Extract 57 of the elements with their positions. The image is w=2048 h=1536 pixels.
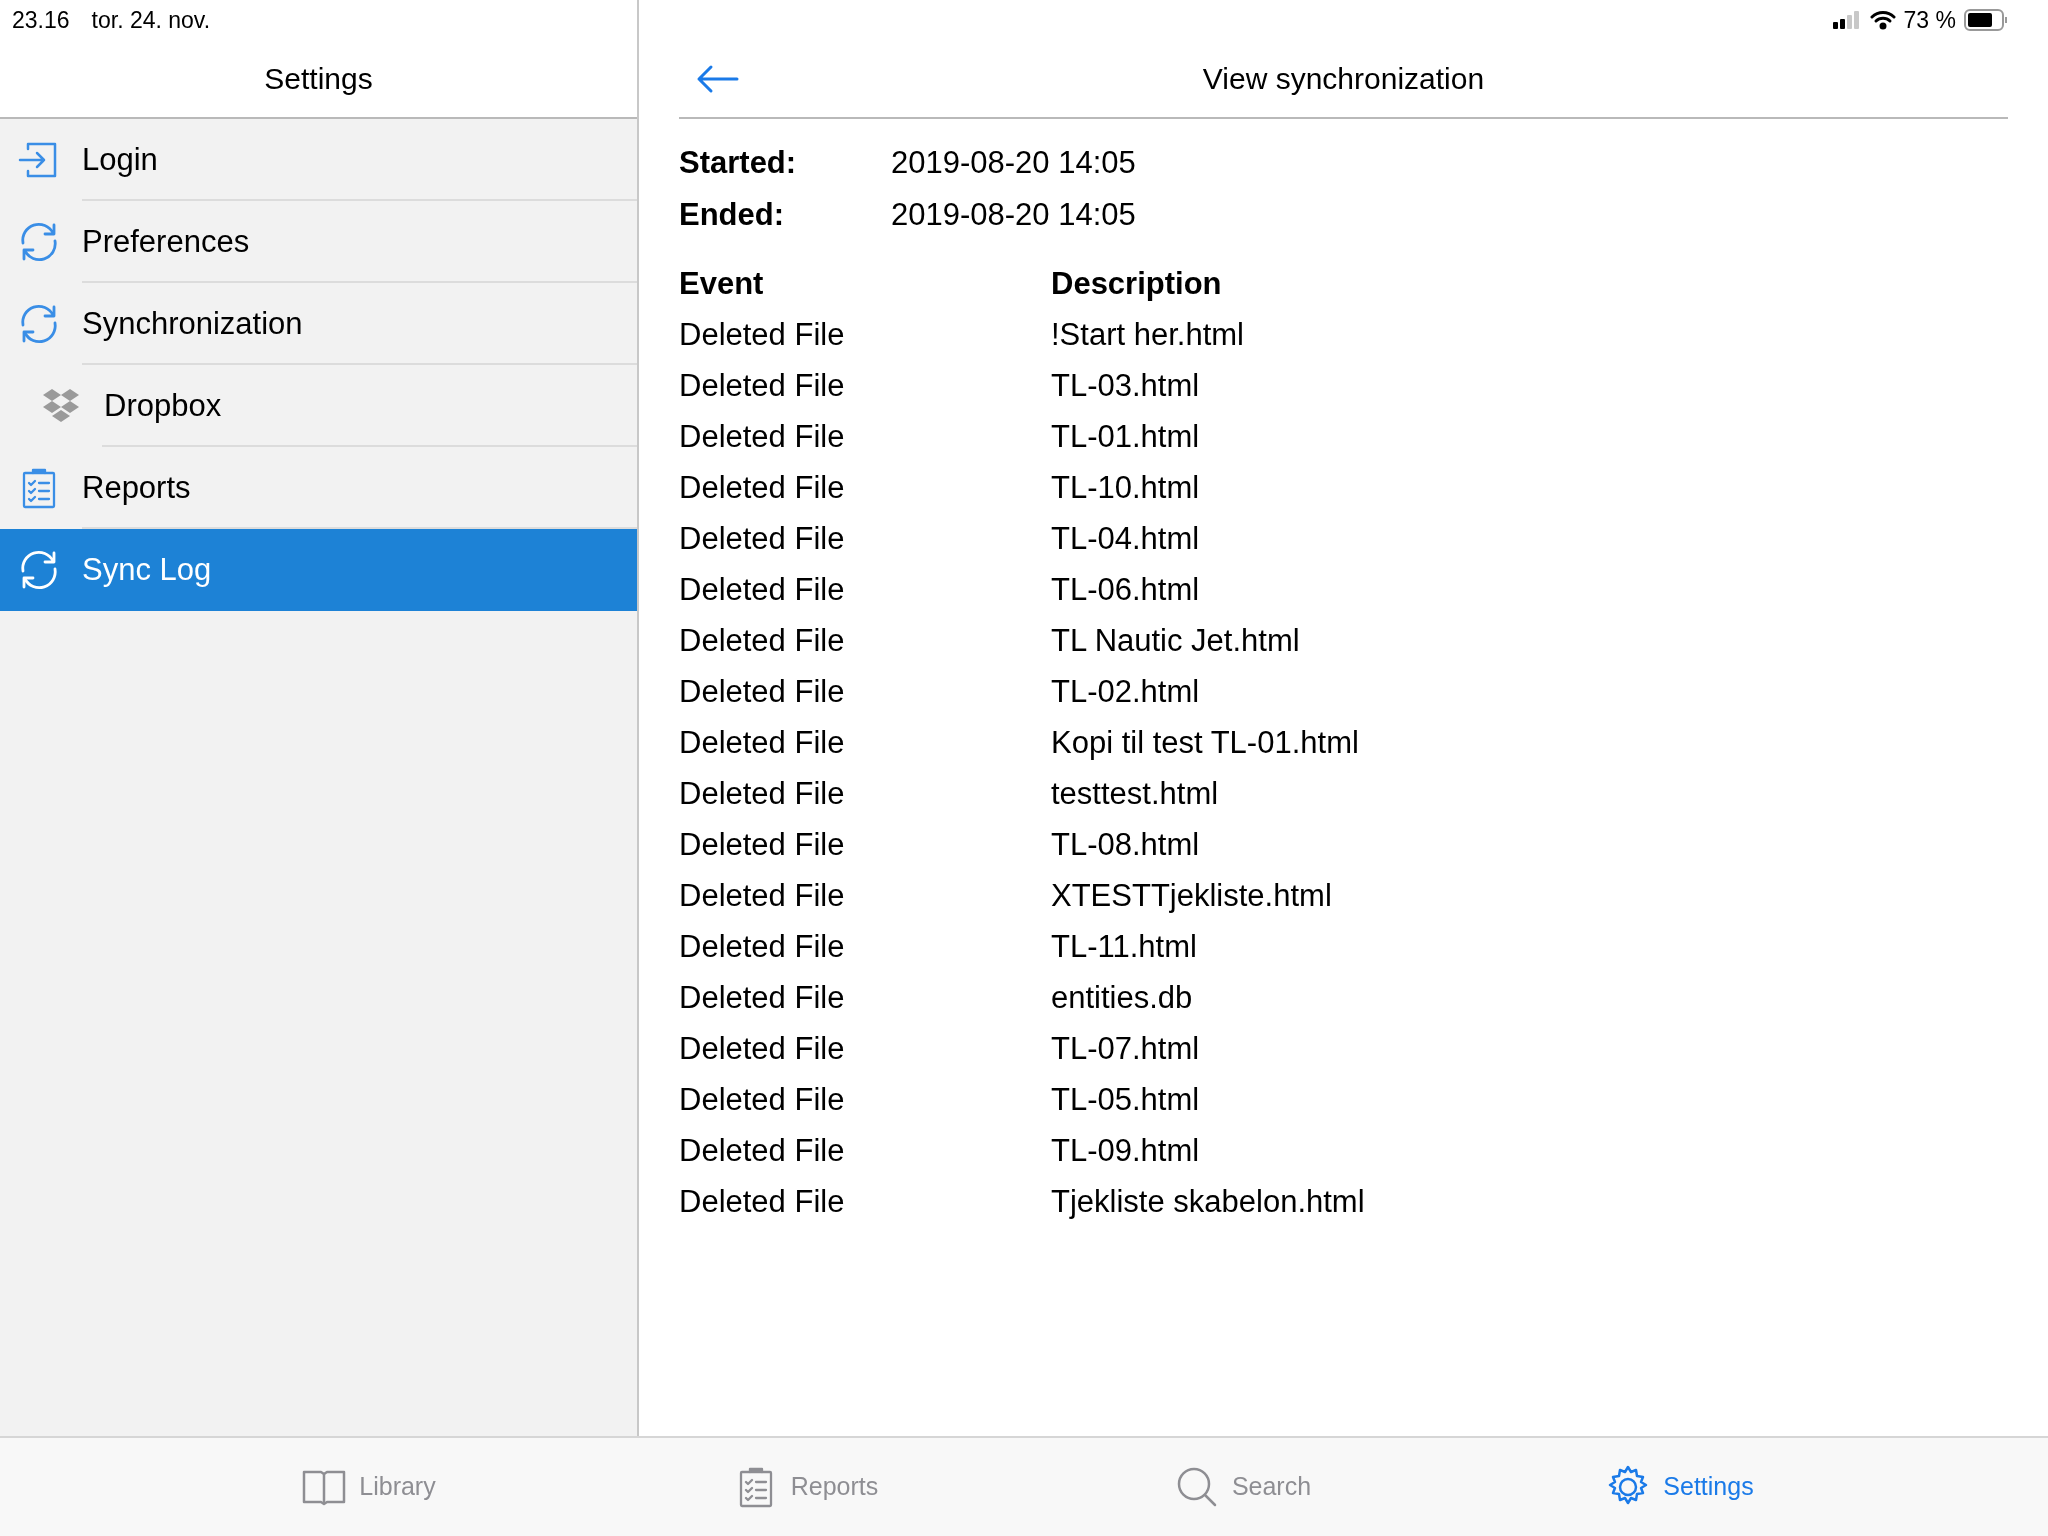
table-cell-text: TL-01.html (1051, 418, 1200, 457)
page-title: View synchronization (1201, 61, 1486, 97)
field-value: 2019-08-20 14:05 (891, 143, 1136, 182)
sidebar-item[interactable]: Sync Log (0, 529, 637, 611)
field-value: 2019-08-20 14:05 (891, 195, 1136, 234)
table-cell-text: TL-06.html (1051, 571, 1200, 610)
field-label: Ended: (679, 195, 786, 234)
table-cell-text: Deleted File (679, 979, 846, 1018)
sidebar-item[interactable]: Synchronization (0, 283, 637, 365)
table-cell-text: Deleted File (679, 1132, 846, 1171)
table-cell-text: Deleted File (679, 877, 846, 916)
table-cell-text: TL-07.html (1051, 1030, 1200, 1069)
table-cell-text: Deleted File (679, 1030, 846, 1069)
table-cell-text: TL-11.html (1051, 928, 1197, 967)
field-label: Started: (679, 143, 798, 182)
table-cell-text: Deleted File (679, 1081, 846, 1120)
back-button[interactable] (695, 63, 739, 94)
table-cell-text: entities.db (1051, 979, 1193, 1018)
signal-icon (1831, 11, 1862, 29)
table-cell-text: TL-02.html (1051, 673, 1200, 712)
table-cell-text: TL-09.html (1051, 1132, 1200, 1171)
table-cell-text: TL-05.html (1051, 1081, 1200, 1120)
table-cell-text: TL-03.html (1051, 367, 1200, 406)
table-cell-text: Deleted File (679, 571, 846, 610)
sidebar-item[interactable]: Login (0, 119, 637, 201)
battery-percent: 73 % (1903, 5, 1956, 35)
sidebar-item[interactable]: Preferences (0, 201, 637, 283)
table-cell-text: XTESTTjekliste.html (1051, 877, 1332, 916)
table-cell-text: Deleted File (679, 367, 846, 406)
status-date: tor. 24. nov. (91, 5, 211, 35)
column-header: Event (679, 265, 765, 304)
table-cell-text: Deleted File (679, 928, 846, 967)
table-cell-text: Deleted File (679, 826, 846, 865)
table-cell-text: TL Nautic Jet.html (1051, 622, 1300, 661)
tab-bar-item[interactable]: Settings (1461, 1438, 1898, 1536)
sidebar-title: Settings (263, 61, 374, 97)
table-cell-text: TL-10.html (1051, 469, 1200, 508)
table-cell-text: Deleted File (679, 418, 846, 457)
table-cell-text: Deleted File (679, 316, 846, 355)
table-cell-text: TL-08.html (1051, 826, 1200, 865)
table-cell-text: Kopi til test TL-01.html (1051, 724, 1359, 763)
table-cell-text: Deleted File (679, 1183, 846, 1222)
table-cell-text: Deleted File (679, 622, 846, 661)
table-cell-text: Tjekliste skabelon.html (1051, 1183, 1365, 1222)
battery-icon (1964, 9, 2008, 31)
sidebar-item[interactable]: Dropbox (0, 365, 637, 447)
table-cell-text: Deleted File (679, 469, 846, 508)
table-cell-text: Deleted File (679, 724, 846, 763)
table-cell-text: Deleted File (679, 520, 846, 559)
table-cell-text: Deleted File (679, 775, 846, 814)
wifi-icon (1869, 10, 1896, 30)
status-time: 23.16 (12, 5, 70, 35)
table-cell-text: !Start her.html (1051, 316, 1244, 355)
table-cell-text: Deleted File (679, 673, 846, 712)
table-cell-text: testtest.html (1051, 775, 1219, 814)
table-cell-text: TL-04.html (1051, 520, 1200, 559)
column-header: Description (1051, 265, 1222, 304)
